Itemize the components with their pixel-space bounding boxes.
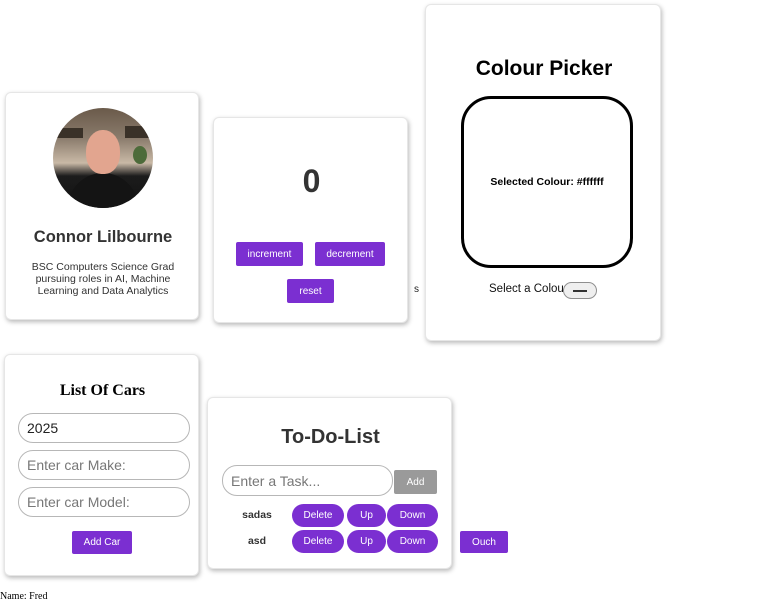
cars-card: List Of Cars Add Car — [4, 354, 199, 576]
car-model-input[interactable] — [18, 487, 190, 517]
profile-avatar — [53, 108, 153, 208]
ouch-button[interactable]: Ouch — [460, 531, 508, 553]
task-up-button[interactable]: Up — [347, 530, 386, 553]
select-colour-label: Select a Colour — [489, 283, 568, 295]
profile-name: Connor Lilbourne — [33, 228, 173, 246]
task-text: sadas — [242, 509, 272, 521]
stray-text: s — [414, 284, 419, 295]
decrement-button[interactable]: decrement — [315, 242, 385, 266]
colour-picker-title: Colour Picker — [475, 57, 613, 80]
add-car-button[interactable]: Add Car — [72, 531, 132, 554]
increment-button[interactable]: increment — [236, 242, 303, 266]
counter-value: 0 — [302, 163, 321, 199]
cars-title: List Of Cars — [59, 382, 146, 399]
todo-card: To-Do-List Add sadas Delete Up Down asd … — [207, 397, 452, 569]
add-task-button[interactable]: Add — [394, 470, 437, 494]
task-delete-button[interactable]: Delete — [292, 504, 344, 527]
task-input[interactable] — [222, 465, 393, 496]
car-make-input[interactable] — [18, 450, 190, 480]
car-year-input[interactable] — [18, 413, 190, 443]
task-text: asd — [247, 535, 267, 547]
reset-button[interactable]: reset — [287, 279, 334, 303]
profile-card: Connor Lilbourne BSC Computers Science G… — [5, 92, 199, 320]
colour-swatch: Selected Colour: #ffffff — [461, 96, 633, 268]
task-down-button[interactable]: Down — [387, 504, 438, 527]
colour-input[interactable] — [563, 282, 597, 299]
task-down-button[interactable]: Down — [387, 530, 438, 553]
profile-bio: BSC Computers Science Grad pursuing role… — [31, 261, 175, 297]
colour-picker-card: Colour Picker Selected Colour: #ffffff S… — [425, 4, 661, 341]
selected-colour-label: Selected Colour: #ffffff — [490, 176, 604, 188]
task-up-button[interactable]: Up — [347, 504, 386, 527]
task-delete-button[interactable]: Delete — [292, 530, 344, 553]
colour-input-swatch-icon — [573, 290, 587, 292]
todo-title: To-Do-List — [281, 426, 380, 448]
counter-card: 0 increment decrement reset — [213, 117, 408, 323]
footer-name-text: Name: Fred — [0, 591, 48, 602]
